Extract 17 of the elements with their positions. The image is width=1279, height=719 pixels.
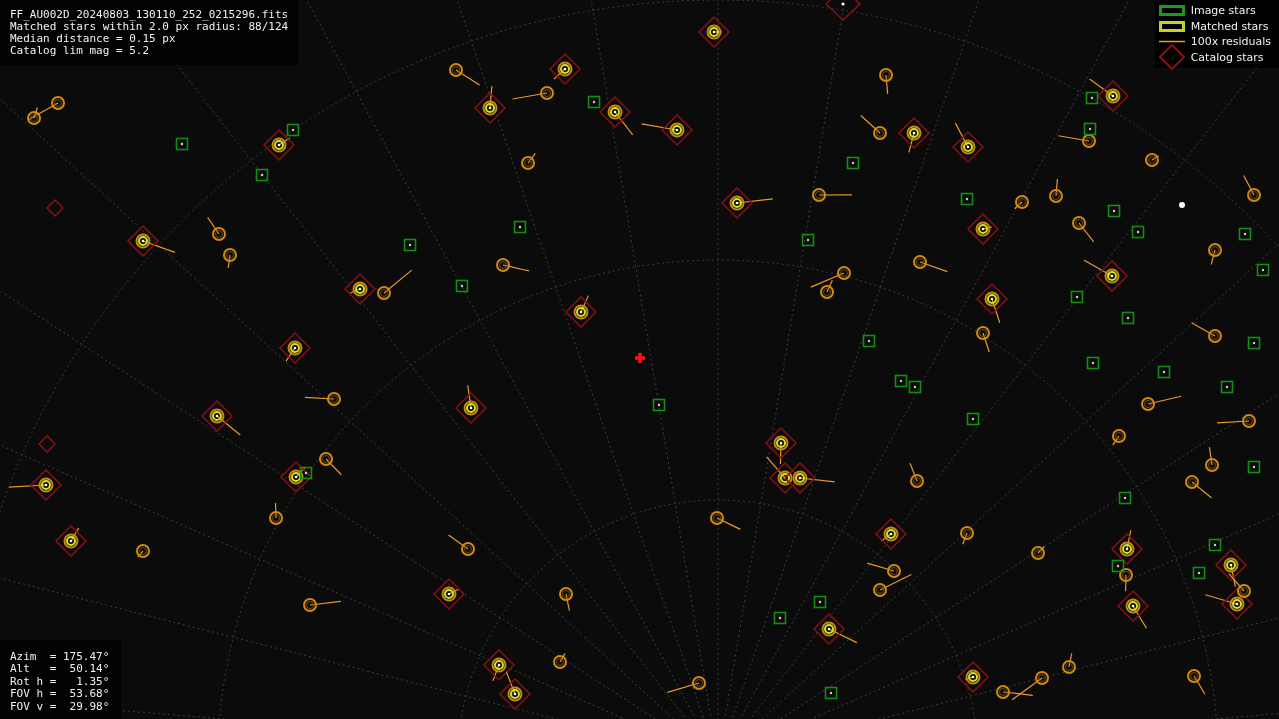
pointing-text: FOV v = 29.98°: [10, 700, 110, 713]
info-text: Median distance = 0.15 px: [10, 33, 177, 45]
legend-label: 100x residuals: [1190, 35, 1271, 49]
legend-label: Matched stars: [1190, 19, 1269, 33]
pointing-text: Azim = 175.47°: [10, 650, 110, 663]
info-text: FF_AU002D_20240803_130110_252_0215296.fits: [10, 9, 289, 21]
square-icon: [1158, 5, 1185, 17]
pointing-text: Alt = 50.14°: [10, 663, 110, 676]
legend-label: Image stars: [1190, 4, 1256, 18]
pointing-text: Rot h = 1.35°: [10, 675, 110, 688]
info-text: Matched stars within 2.0 px radius: 88/124: [10, 21, 289, 33]
diamond-icon: [1158, 44, 1185, 71]
square-icon: [1158, 20, 1185, 32]
line-icon: [1158, 40, 1185, 44]
info-text: Catalog lim mag = 5.2: [10, 45, 151, 57]
legend-label: Catalog stars: [1190, 50, 1264, 64]
pointing-text: FOV h = 53.68°: [10, 688, 110, 701]
